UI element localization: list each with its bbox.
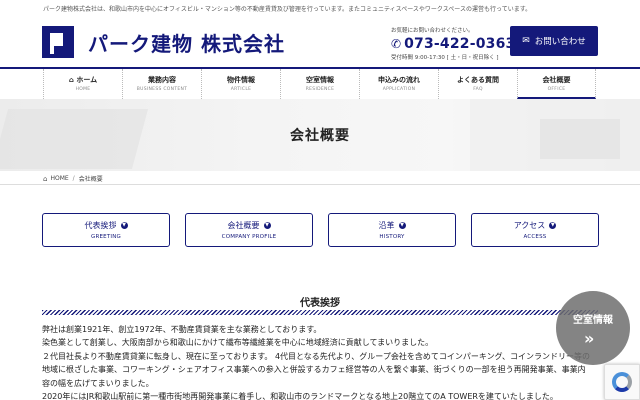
greeting-paragraph: 容の幅を広げてまいりました。 <box>42 378 154 388</box>
double-chevron-right-icon: » <box>584 329 595 348</box>
recaptcha-icon <box>612 372 632 392</box>
contact-label: お気軽にお問い合わせください。 <box>391 28 474 34</box>
contact-button[interactable]: ✉ お問い合わせ <box>510 26 598 56</box>
nav-sublabel: HOME <box>75 87 91 92</box>
tab-access[interactable]: アクセス ▼ ACCESS <box>471 213 599 247</box>
tab-history[interactable]: 沿革 ▼ HISTORY <box>328 213 456 247</box>
site-logo[interactable]: パーク建物 株式会社 <box>42 26 285 58</box>
vacancy-float-label: 空室情報 <box>573 315 613 326</box>
page-hero: 会社概要 <box>0 99 640 171</box>
tab-sublabel: COMPANY PROFILE <box>221 234 277 240</box>
global-nav: ⌂ ホーム HOME 業務内容 BUSINESS CONTENT 物件情報 AR… <box>0 67 640 99</box>
greeting-body: 弊社は創業1921年、創立1972年、不動産賃貸業を主な業務としております。 染… <box>42 323 598 400</box>
home-icon: ⌂ <box>43 174 48 183</box>
nav-item-home[interactable]: ⌂ ホーム HOME <box>43 69 122 99</box>
nav-label: 会社概要 <box>542 76 571 84</box>
nav-label: 業務内容 <box>148 76 176 84</box>
chevron-down-icon: ▼ <box>120 222 128 229</box>
nav-sublabel: BUSINESS CONTENT <box>136 87 188 92</box>
contact-button-label: お問い合わせ <box>534 37 586 47</box>
divider <box>0 184 640 185</box>
nav-item-residence[interactable]: 空室情報 RESIDENCE <box>280 69 359 99</box>
chevron-down-icon: ▼ <box>398 222 406 229</box>
contact-info: お気軽にお問い合わせください。 ✆ 073-422-0363 受付時間 9:00… <box>391 26 515 61</box>
tab-sublabel: GREETING <box>91 234 121 240</box>
anchor-tabs: 代表挨拶 ▼ GREETING 会社概要 ▼ COMPANY PROFILE 沿革 ▼… <box>42 213 599 247</box>
nav-label: 物件情報 <box>227 76 255 84</box>
page-title: 会社概要 <box>290 128 350 144</box>
nav-label: よくある質問 <box>457 76 499 84</box>
section-title-underline <box>42 310 598 315</box>
section-title: 代表挨拶 <box>300 298 340 309</box>
nav-item-faq[interactable]: よくある質問 FAQ <box>438 69 517 99</box>
phone-icon: ✆ <box>391 37 402 51</box>
greeting-paragraph: 2020年にはJR和歌山駅前に第一種市街地再開発事業に着手し、和歌山市のランドマ… <box>42 392 558 400</box>
logo-mark-icon <box>42 26 74 58</box>
chevron-down-icon: ▼ <box>263 222 271 229</box>
nav-label: 申込みの流れ <box>378 76 420 84</box>
nav-item-business[interactable]: 業務内容 BUSINESS CONTENT <box>122 69 201 99</box>
nav-sublabel: APPLICATION <box>382 87 416 92</box>
nav-label: 空室情報 <box>306 76 334 84</box>
nav-item-article[interactable]: 物件情報 ARTICLE <box>201 69 280 99</box>
business-hours: 受付時間 9:00-17:30 [ 土・日・祝日除く ] <box>391 55 499 61</box>
breadcrumb-current: 会社概要 <box>78 176 103 183</box>
nav-sublabel: OFFICE <box>547 87 566 92</box>
tab-label: アクセス <box>513 221 546 230</box>
greeting-paragraph: 弊社は創業1921年、創立1972年、不動産賃貸業を主な業務としております。 <box>42 325 322 334</box>
nav-sublabel: ARTICLE <box>230 87 252 92</box>
greeting-paragraph: ２代目社長より不動産賃貸業に転身し、現在に至っております。 4代目となる先代より… <box>42 351 591 361</box>
site-header: パーク建物 株式会社 お気軽にお問い合わせください。 ✆ 073-422-036… <box>0 22 640 68</box>
tab-company-profile[interactable]: 会社概要 ▼ COMPANY PROFILE <box>185 213 313 247</box>
tab-label: 代表挨拶 <box>84 221 117 230</box>
recaptcha-badge[interactable] <box>604 364 640 400</box>
mail-icon: ✉ <box>522 36 530 46</box>
vacancy-float-button[interactable]: 空室情報 » <box>556 291 630 365</box>
tab-sublabel: HISTORY <box>379 234 405 240</box>
chevron-down-icon: ▼ <box>549 222 557 229</box>
phone-number[interactable]: 073-422-0363 <box>404 36 515 52</box>
greeting-paragraph: 地域に根ざした事業、コワーキング・シェアオフィス事業への参入と併設するカフェ経営… <box>42 365 586 375</box>
nav-sublabel: RESIDENCE <box>305 87 335 92</box>
nav-item-office[interactable]: 会社概要 OFFICE <box>517 69 596 99</box>
tab-sublabel: ACCESS <box>523 234 547 240</box>
nav-label: ホーム <box>76 76 98 84</box>
breadcrumb-home[interactable]: HOME <box>50 175 68 182</box>
breadcrumb-separator: / <box>72 175 75 182</box>
logo-text: パーク建物 株式会社 <box>88 31 285 56</box>
nav-sublabel: FAQ <box>473 87 483 92</box>
nav-item-application[interactable]: 申込みの流れ APPLICATION <box>359 69 438 99</box>
top-tagline: パーク建物株式会社は、和歌山市内を中心にオフィスビル・マンション等の不動産賃貸及… <box>43 6 532 13</box>
breadcrumb: ⌂ HOME / 会社概要 <box>43 174 103 184</box>
tab-label: 会社概要 <box>227 221 260 230</box>
tab-greeting[interactable]: 代表挨拶 ▼ GREETING <box>42 213 170 247</box>
tab-label: 沿革 <box>378 221 395 230</box>
greeting-paragraph: 染色業として創業し、大阪南部から和歌山にかけて繊布等繊維業を中心に地域経済に貢献… <box>42 338 434 348</box>
